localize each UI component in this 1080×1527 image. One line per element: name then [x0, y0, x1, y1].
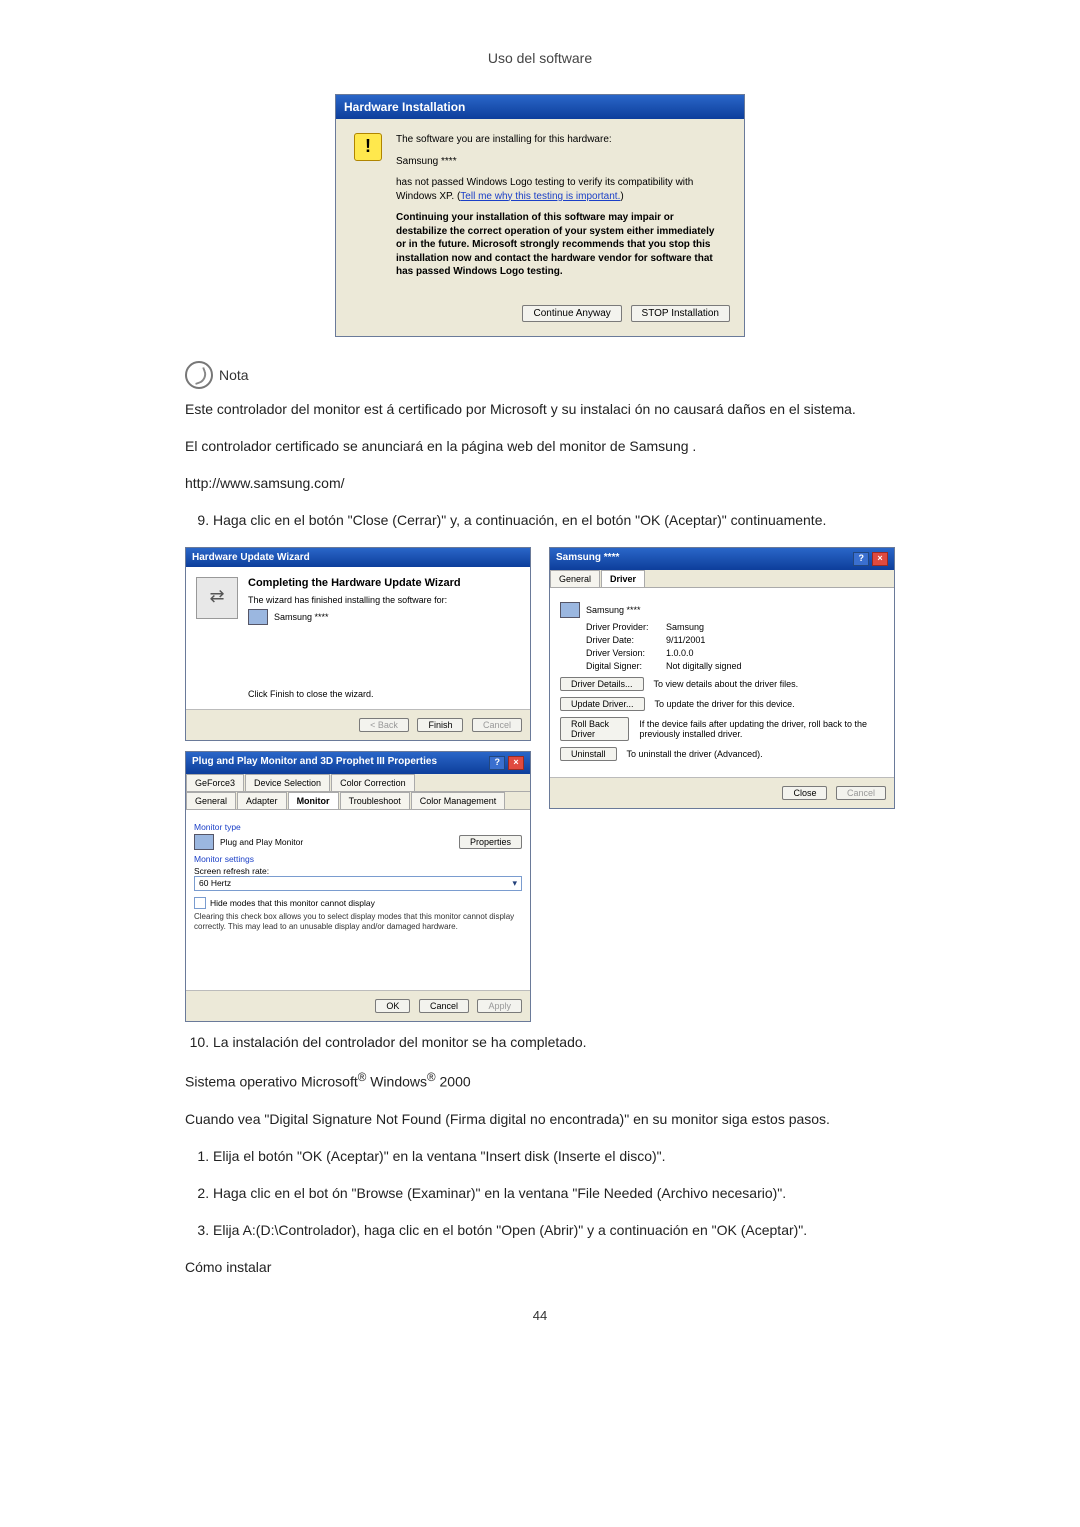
note-icon — [185, 361, 213, 389]
hide-modes-note: Clearing this check box allows you to se… — [194, 912, 522, 933]
warning-icon — [354, 133, 382, 161]
hw-line1: The software you are installing for this… — [396, 133, 726, 147]
tell-me-why-link[interactable]: Tell me why this testing is important. — [460, 191, 620, 202]
tab-color-correction[interactable]: Color Correction — [331, 774, 415, 791]
tab-geforce[interactable]: GeForce3 — [186, 774, 244, 791]
tab-general[interactable]: General — [550, 570, 600, 587]
monitor-icon — [194, 834, 214, 850]
huw-finished: The wizard has finished installing the s… — [248, 595, 520, 605]
page-header: Uso del software — [185, 50, 895, 66]
close-button[interactable]: Close — [782, 786, 827, 800]
stop-installation-button[interactable]: STOP Installation — [631, 305, 730, 322]
tab-adapter[interactable]: Adapter — [237, 792, 287, 809]
note-label: Nota — [219, 367, 249, 383]
huw-device: Samsung **** — [274, 612, 329, 622]
huw-completing: Completing the Hardware Update Wizard — [248, 577, 520, 589]
tab-driver[interactable]: Driver — [601, 570, 645, 587]
refresh-rate-select[interactable]: 60 Hertz ▾ — [194, 876, 522, 891]
driver-details-button[interactable]: Driver Details... — [560, 677, 644, 691]
hardware-installation-dialog: Hardware Installation The software you a… — [335, 94, 745, 337]
tab-monitor[interactable]: Monitor — [288, 792, 339, 809]
apply-button: Apply — [477, 999, 522, 1013]
hw-line2: has not passed Windows Logo testing to v… — [396, 176, 726, 203]
hw-bold-warning: Continuing your installation of this sof… — [396, 211, 726, 279]
chevron-down-icon: ▾ — [512, 878, 517, 889]
monitor-properties-dialog: Plug and Play Monitor and 3D Prophet III… — [185, 751, 531, 1023]
update-driver-text: To update the driver for this device. — [655, 699, 795, 709]
step-2: Haga clic en el bot ón "Browse (Examinar… — [213, 1183, 895, 1204]
cancel-button[interactable]: Cancel — [419, 999, 469, 1013]
rollback-driver-button[interactable]: Roll Back Driver — [560, 717, 629, 741]
ok-button[interactable]: OK — [375, 999, 410, 1013]
huw-title: Hardware Update Wizard — [192, 552, 310, 563]
how-to-install: Cómo instalar — [185, 1257, 895, 1278]
driver-details-text: To view details about the driver files. — [654, 679, 799, 689]
props-title: Samsung **** — [556, 552, 619, 566]
close-icon[interactable]: × — [872, 552, 888, 566]
para-certified: Este controlador del monitor est á certi… — [185, 399, 895, 420]
props-device: Samsung **** — [586, 605, 641, 615]
hw-device: Samsung **** — [396, 155, 726, 169]
huw-click-finish: Click Finish to close the wizard. — [248, 689, 520, 699]
help-icon[interactable]: ? — [489, 756, 505, 770]
uninstall-text: To uninstall the driver (Advanced). — [627, 749, 763, 759]
uninstall-button[interactable]: Uninstall — [560, 747, 617, 761]
plug-title: Plug and Play Monitor and 3D Prophet III… — [192, 756, 437, 770]
step-9: Haga clic en el botón "Close (Cerrar)" y… — [213, 510, 895, 531]
monitor-type-value: Plug and Play Monitor — [220, 837, 303, 847]
step-10: La instalación del controlador del monit… — [213, 1032, 895, 1053]
step-1: Elija el botón "OK (Aceptar)" en la vent… — [213, 1146, 895, 1167]
finish-button[interactable]: Finish — [417, 718, 463, 732]
wizard-icon — [196, 577, 238, 619]
back-button: < Back — [359, 718, 409, 732]
update-driver-button[interactable]: Update Driver... — [560, 697, 645, 711]
os-line: Sistema operativo Microsoft® Windows® 20… — [185, 1069, 895, 1093]
para-digital-signature: Cuando vea "Digital Signature Not Found … — [185, 1109, 895, 1130]
properties-button[interactable]: Properties — [459, 835, 522, 849]
samsung-url[interactable]: http://www.samsung.com/ — [185, 475, 345, 491]
hardware-update-wizard-dialog: Hardware Update Wizard Completing the Ha… — [185, 547, 531, 741]
close-icon[interactable]: × — [508, 756, 524, 770]
rollback-driver-text: If the device fails after updating the d… — [639, 719, 884, 739]
driver-properties-dialog: Samsung **** ? × General Driver Samsung … — [549, 547, 895, 809]
tab-color-management[interactable]: Color Management — [411, 792, 506, 809]
page-number: 44 — [185, 1308, 895, 1323]
cancel-button: Cancel — [836, 786, 886, 800]
monitor-icon — [560, 602, 580, 618]
tab-general[interactable]: General — [186, 792, 236, 809]
dialog-title: Hardware Installation — [336, 95, 744, 119]
tab-device-selection[interactable]: Device Selection — [245, 774, 330, 791]
monitor-icon — [248, 609, 268, 625]
section-monitor-settings: Monitor settings — [194, 854, 522, 864]
hide-modes-label: Hide modes that this monitor cannot disp… — [210, 898, 375, 908]
para-announce: El controlador certificado se anunciará … — [185, 436, 895, 457]
hide-modes-checkbox[interactable] — [194, 897, 206, 909]
section-monitor-type: Monitor type — [194, 822, 522, 832]
step-3: Elija A:(D:\Controlador), haga clic en e… — [213, 1220, 895, 1241]
refresh-rate-label: Screen refresh rate: — [194, 866, 522, 876]
tab-troubleshoot[interactable]: Troubleshoot — [340, 792, 410, 809]
cancel-button: Cancel — [472, 718, 522, 732]
help-icon[interactable]: ? — [853, 552, 869, 566]
continue-anyway-button[interactable]: Continue Anyway — [522, 305, 621, 322]
